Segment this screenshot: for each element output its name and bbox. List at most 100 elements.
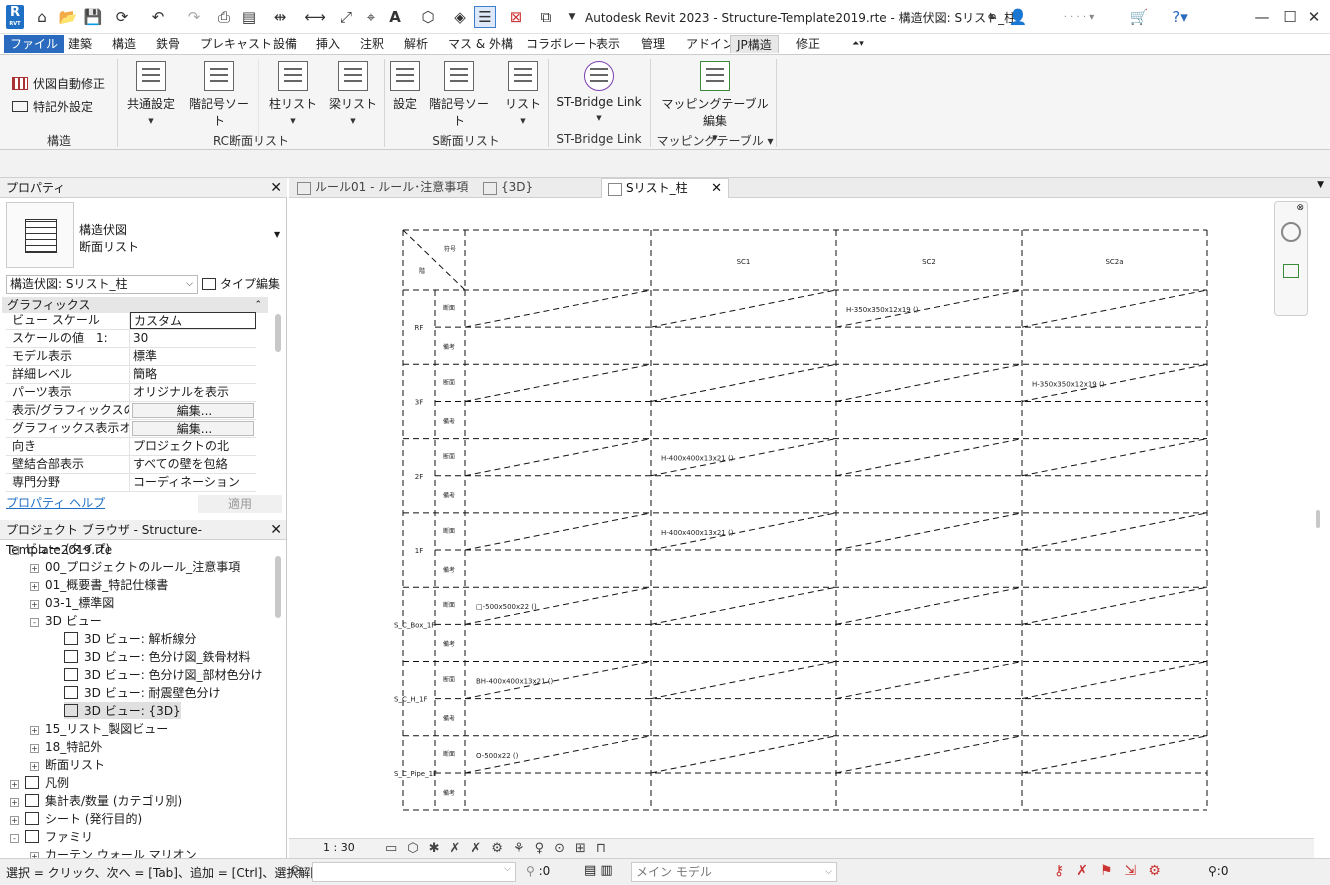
st-bridge-link-button[interactable]: ST-Bridge Link ▼ bbox=[556, 61, 642, 123]
s-settings-button[interactable]: 設定 bbox=[388, 61, 422, 112]
expand-icon[interactable]: + bbox=[30, 582, 39, 591]
open-icon[interactable]: 📂 bbox=[58, 6, 78, 28]
beam-list-button[interactable]: 梁リスト ▼ bbox=[328, 61, 378, 126]
menu-tab-2[interactable]: 構造 bbox=[106, 35, 142, 53]
navbar-close-icon[interactable]: ⊗ bbox=[1296, 203, 1304, 213]
view-selector[interactable]: 構造伏図: Sリスト_柱 ⌵ bbox=[6, 275, 198, 294]
menu-tab-9[interactable]: マス & 外構 bbox=[442, 35, 519, 53]
expand-icon[interactable]: + bbox=[30, 762, 39, 771]
menu-tab-6[interactable]: 挿入 bbox=[310, 35, 346, 53]
browser-scrollbar[interactable] bbox=[275, 556, 281, 618]
user-icon[interactable]: 👤 bbox=[1008, 6, 1028, 28]
revit-logo-icon[interactable]: R RVT bbox=[6, 5, 24, 29]
navigation-bar[interactable]: ⊗ bbox=[1274, 201, 1308, 316]
property-value[interactable]: 編集... bbox=[132, 403, 254, 418]
menu-tab-7[interactable]: 注釈 bbox=[354, 35, 390, 53]
aligned-dimension-icon[interactable]: ⤢ bbox=[336, 6, 356, 28]
undo-icon[interactable]: ↶ bbox=[142, 6, 174, 28]
tree-item[interactable]: 3D ビュー: 耐震壁色分け bbox=[64, 684, 221, 701]
maximize-button[interactable]: ☐ bbox=[1280, 6, 1300, 28]
view-control-icons[interactable]: ▭⬡✱✗✗⚙⚘♀⊙⊞⊓ bbox=[385, 841, 616, 856]
ribbon-minimize-icon[interactable]: ⏶▾ bbox=[846, 35, 870, 53]
expand-icon[interactable]: + bbox=[10, 780, 19, 789]
property-value[interactable]: カスタム bbox=[130, 312, 256, 329]
edit-type-button[interactable]: タイプ編集 bbox=[202, 274, 282, 294]
tab-s-list-column[interactable]: Sリスト_柱 ✕ bbox=[601, 178, 729, 198]
apply-button[interactable]: 適用 bbox=[198, 495, 282, 513]
binoculars-icon[interactable]: ⚭ bbox=[980, 6, 1004, 28]
menu-tab-12[interactable]: 管理 bbox=[635, 35, 671, 53]
drawing-canvas[interactable]: 符号階 SC1 SC2 SC2a 断面 備考 RF 断面 備考 3F 断面 備考 2F 断面 備考 1F 断面備… bbox=[289, 198, 1314, 838]
common-settings-button[interactable]: 共通設定 ▼ bbox=[124, 61, 178, 126]
group-graphics[interactable]: グラフィックス ⌃ bbox=[2, 297, 268, 313]
properties-scrollbar[interactable] bbox=[275, 314, 281, 352]
expand-icon[interactable]: + bbox=[10, 816, 19, 825]
tree-item[interactable]: + 断面リスト bbox=[30, 756, 105, 773]
redo-icon[interactable]: ↷ bbox=[178, 6, 210, 28]
tree-item[interactable]: +18_特記外 bbox=[30, 738, 102, 755]
tree-item[interactable]: + カーテン ウォール マリオン bbox=[30, 846, 197, 858]
menu-tab-14[interactable]: JP構造 bbox=[730, 35, 779, 53]
view-scale[interactable]: 1 : 30 bbox=[323, 841, 355, 854]
property-value[interactable]: すべての壁を包絡 bbox=[130, 456, 256, 473]
sync-icon[interactable]: ⟳ bbox=[108, 6, 136, 28]
measure-icon[interactable]: ⇹ bbox=[270, 6, 290, 28]
tree-item[interactable]: - ビュー (タイプ) bbox=[10, 540, 110, 557]
menu-tab-4[interactable]: プレキャスト bbox=[194, 35, 278, 53]
s-list-button[interactable]: リスト ▼ bbox=[504, 61, 542, 126]
design-option-dropdown[interactable]: メイン モデル ⌵ bbox=[631, 862, 837, 882]
property-value[interactable]: 編集... bbox=[132, 421, 254, 436]
account-name[interactable]: · · · · ▾ bbox=[1034, 6, 1124, 28]
tree-item[interactable]: +03-1_標準図 bbox=[30, 594, 114, 611]
zoom-icon[interactable] bbox=[1283, 264, 1299, 278]
3d-view-icon[interactable]: ⬡ bbox=[414, 6, 442, 28]
menu-tab-0[interactable]: ファイル bbox=[4, 35, 65, 53]
design-option-icon[interactable]: ▤ ▥ bbox=[584, 863, 613, 878]
tree-item[interactable]: 3D ビュー: 解析線分 bbox=[64, 630, 197, 647]
menu-tab-15[interactable]: 修正 bbox=[790, 35, 826, 53]
workset-dropdown[interactable]: ⌵ bbox=[312, 862, 516, 882]
properties-help-link[interactable]: プロパティ ヘルプ bbox=[6, 494, 105, 511]
tree-item[interactable]: + シート (発行目的) bbox=[10, 810, 142, 827]
tree-item[interactable]: +01_概要書_特記仕様書 bbox=[30, 576, 168, 593]
help-icon[interactable]: ?▾ bbox=[1164, 6, 1196, 28]
property-value[interactable]: プロジェクトの北 bbox=[130, 438, 256, 455]
close-icon[interactable]: ✕ bbox=[270, 520, 282, 540]
save-icon[interactable]: 💾 bbox=[83, 6, 103, 28]
column-list-button[interactable]: 柱リスト ▼ bbox=[268, 61, 318, 126]
tree-item[interactable]: + 集計表/数量 (カテゴリ別) bbox=[10, 792, 182, 809]
tab-rule01[interactable]: ルール01 - ルール･注意事項 bbox=[291, 178, 471, 198]
tab-3d[interactable]: {3D} bbox=[477, 178, 567, 198]
tag-icon[interactable]: ⌖ bbox=[361, 6, 381, 28]
tree-item[interactable]: - ファミリ bbox=[10, 828, 93, 845]
tree-item[interactable]: -3D ビュー bbox=[30, 612, 102, 629]
thin-lines-icon[interactable]: ☰ bbox=[474, 6, 496, 28]
menu-tab-3[interactable]: 鉄骨 bbox=[150, 35, 186, 53]
collapse-icon[interactable]: - bbox=[10, 546, 19, 555]
tree-item[interactable]: + 凡例 bbox=[10, 774, 69, 791]
tree-item[interactable]: 3D ビュー: {3D} bbox=[64, 702, 181, 719]
close-hidden-icon[interactable]: ⊠ bbox=[505, 6, 527, 28]
tree-item[interactable]: +15_リスト_製図ビュー bbox=[30, 720, 168, 737]
minimize-button[interactable]: — bbox=[1252, 6, 1272, 28]
tree-item[interactable]: +00_プロジェクトのルール_注意事項 bbox=[30, 558, 240, 575]
filter-count[interactable]: ⚲:0 bbox=[1208, 864, 1228, 878]
customize-qat-icon[interactable]: ▼ bbox=[565, 6, 579, 28]
property-value[interactable]: 30 bbox=[130, 330, 256, 347]
selection-filter-icons[interactable]: ⚷✗⚑⇲⚙ bbox=[1054, 863, 1173, 879]
menu-tab-5[interactable]: 設備 bbox=[267, 35, 303, 53]
auto-fix-button[interactable]: 伏図自動修正 bbox=[12, 75, 105, 92]
section-icon[interactable]: ◈ bbox=[450, 6, 470, 28]
switch-windows-icon[interactable]: ⧉ bbox=[532, 6, 560, 28]
s-floor-sort-button[interactable]: 階記号ソート bbox=[426, 61, 492, 129]
floor-sort-button[interactable]: 階記号ソート bbox=[186, 61, 252, 129]
property-value[interactable]: オリジナルを表示 bbox=[130, 384, 256, 401]
expand-icon[interactable]: + bbox=[30, 564, 39, 573]
tabs-menu-icon[interactable]: ▼ bbox=[1317, 180, 1324, 190]
type-dropdown-icon[interactable]: ▼ bbox=[274, 230, 280, 239]
collapse-icon[interactable]: - bbox=[10, 834, 19, 843]
close-icon[interactable]: ✕ bbox=[270, 178, 282, 198]
mapping-table-edit-button[interactable]: マッピングテーブル編集 ▼ bbox=[660, 61, 770, 143]
expand-icon[interactable]: + bbox=[10, 798, 19, 807]
property-value[interactable]: コーディネーション bbox=[130, 474, 256, 491]
